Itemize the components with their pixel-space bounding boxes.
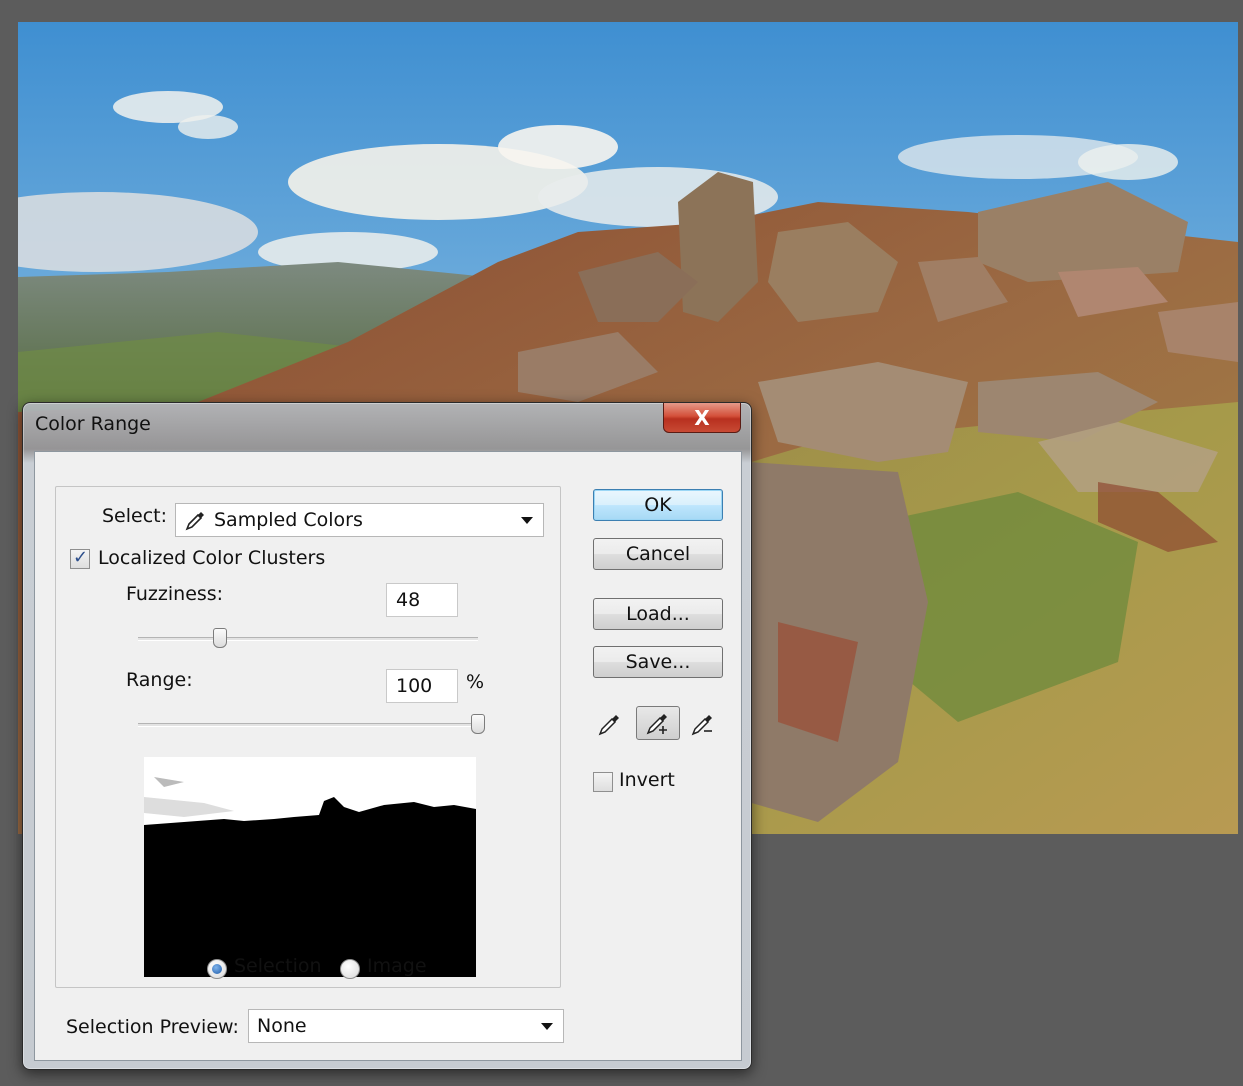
cancel-button[interactable]: Cancel <box>593 538 723 570</box>
range-unit: % <box>466 671 485 693</box>
close-icon: X <box>694 405 710 430</box>
range-label: Range: <box>126 669 193 691</box>
fuzziness-slider-track[interactable] <box>138 637 478 641</box>
eyedropper-plus-icon[interactable] <box>636 706 680 740</box>
save-button[interactable]: Save... <box>593 646 723 678</box>
range-slider-track[interactable] <box>138 723 478 727</box>
range-input[interactable]: 100 <box>386 669 458 703</box>
localized-color-clusters-checkbox[interactable] <box>70 547 90 569</box>
ok-button[interactable]: OK <box>593 489 723 521</box>
eyedropper-minus-icon[interactable] <box>688 707 718 741</box>
select-label: Select: <box>102 505 168 527</box>
eyedropper-icon <box>184 508 208 532</box>
dialog-client-area: Select: Sampled Colors Localized Color C… <box>34 451 742 1061</box>
fuzziness-label: Fuzziness: <box>126 583 224 605</box>
selection-radio-label: Selection <box>234 955 322 977</box>
selection-preview-thumbnail <box>144 757 476 977</box>
color-range-dialog: Color Range X Select: Sampled Colors Loc… <box>22 402 752 1070</box>
fuzziness-slider-thumb[interactable] <box>213 628 227 648</box>
fuzziness-input[interactable]: 48 <box>386 583 458 617</box>
eyedropper-icon[interactable] <box>595 707 625 741</box>
select-dropdown[interactable]: Sampled Colors <box>175 503 544 537</box>
image-radio[interactable] <box>340 959 360 979</box>
load-button[interactable]: Load... <box>593 598 723 630</box>
options-group: Select: Sampled Colors Localized Color C… <box>55 486 561 988</box>
chevron-down-icon <box>521 517 533 524</box>
selection-preview-label: Selection Preview: <box>66 1016 239 1038</box>
chevron-down-icon <box>541 1023 553 1030</box>
select-value: Sampled Colors <box>214 509 363 531</box>
image-radio-label: Image <box>367 955 427 977</box>
selection-preview-dropdown[interactable]: None <box>248 1009 564 1043</box>
close-button[interactable]: X <box>663 403 741 433</box>
selection-preview-value: None <box>257 1015 307 1037</box>
mask-preview-image <box>144 757 476 977</box>
range-slider-thumb[interactable] <box>471 714 485 734</box>
localized-color-clusters-label: Localized Color Clusters <box>98 547 326 569</box>
dialog-title: Color Range <box>35 413 151 435</box>
invert-checkbox[interactable] <box>593 772 613 792</box>
invert-label: Invert <box>619 769 675 791</box>
selection-radio[interactable] <box>207 959 227 979</box>
